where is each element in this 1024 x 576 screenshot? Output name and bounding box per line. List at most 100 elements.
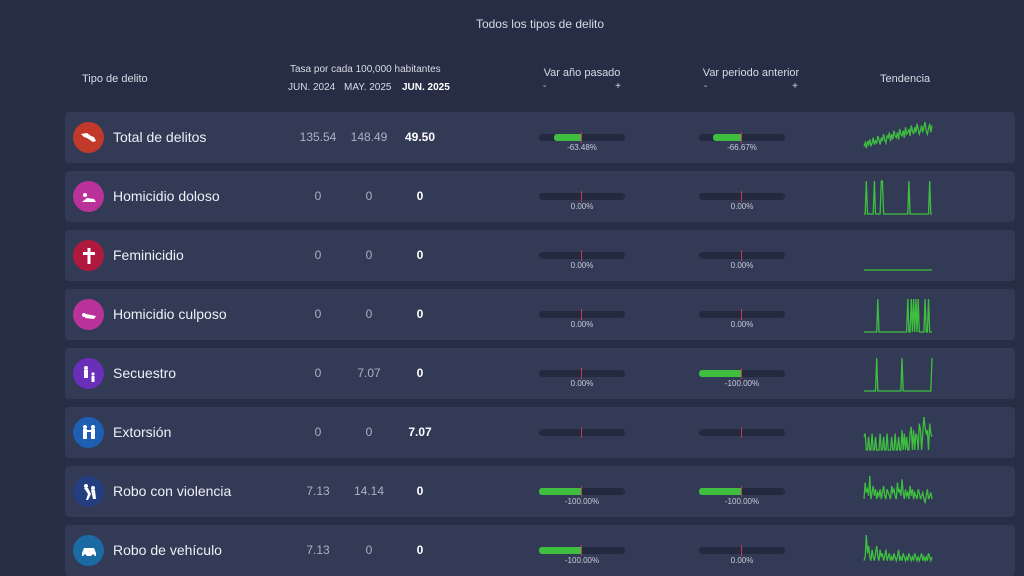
var-period-percent: 0.00% [730, 261, 754, 270]
table-row-robo-de-vehiculo[interactable]: Robo de vehículo 7.13 0 0 -100.00% 0.00% [65, 525, 1015, 576]
bar-zero-marker [741, 132, 742, 143]
bar-zero-marker [741, 545, 742, 556]
table-row-homicidio-culposo[interactable]: Homicidio culposo 0 0 0 0.00% 0.00% [65, 289, 1015, 340]
bar-fill [539, 488, 581, 495]
var-year-percent: 0.00% [570, 202, 594, 211]
rate-jun2024: 0 [314, 248, 322, 262]
var-year-title: Var año pasado [543, 67, 621, 79]
bar-zero-marker [581, 545, 582, 556]
column-header-var-period: Var periodo anterior - + [700, 67, 802, 92]
var-year-percent: -100.00% [564, 556, 600, 565]
column-header-trend: Tendencia [880, 73, 931, 85]
bar-zero-marker [741, 250, 742, 261]
kidnapping-icon [73, 358, 104, 389]
bar-zero-marker [581, 191, 582, 202]
table-row-robo-con-violencia[interactable]: Robo con violencia 7.13 14.14 0 -100.00% -100… [65, 466, 1015, 517]
rate-may2025: 148.49 [350, 130, 388, 144]
crime-type-label: Homicidio culposo [113, 306, 227, 322]
trend-line [863, 475, 933, 505]
table-row-total-de-delitos[interactable]: Total de delitos 135.54 148.49 49.50 -63.48%… [65, 112, 1015, 163]
plus-label: + [615, 81, 621, 92]
rate-jun2024: 0 [314, 425, 322, 439]
crime-type-label: Robo de vehículo [113, 542, 222, 558]
trend-sparkline [864, 298, 932, 333]
car-icon [73, 535, 104, 566]
var-year-bar [539, 368, 625, 379]
var-year-percent: 0.00% [570, 320, 594, 329]
trend-sparkline [863, 475, 933, 505]
var-year-percent: -100.00% [564, 497, 600, 506]
rate-jun2024: 0 [314, 307, 322, 321]
page-subtitle: Todos los tipos de delito [475, 17, 605, 31]
crime-type-label: Secuestro [113, 365, 177, 381]
bar-zero-marker [581, 368, 582, 379]
var-period-bar [699, 250, 785, 261]
var-period-percent: -66.67% [727, 143, 757, 152]
column-header-jun2025[interactable]: JUN. 2025 [402, 82, 450, 93]
var-year-bar [539, 427, 625, 438]
rate-jun2025: 0 [416, 189, 424, 203]
var-year-bar [539, 309, 625, 320]
trend-line [864, 357, 933, 392]
crime-type-label: Total de delitos [113, 129, 207, 145]
rate-may2025: 0 [365, 248, 373, 262]
var-period-bar [699, 132, 785, 143]
bar-zero-marker [581, 486, 582, 497]
crime-type-label: Robo con violencia [113, 483, 232, 499]
bar-fill [699, 370, 741, 377]
trend-line [863, 534, 933, 563]
table-row-feminicidio[interactable]: Feminicidio 0 0 0 0.00% 0.00% [65, 230, 1015, 281]
bar-fill [539, 547, 581, 554]
bar-fill [554, 134, 581, 141]
trend-sparkline [864, 180, 932, 215]
column-header-type: Tipo de delito [82, 73, 148, 85]
rate-jun2024: 135.54 [299, 130, 337, 144]
rate-jun2024: 7.13 [306, 543, 330, 557]
var-year-bar [539, 545, 625, 556]
bar-zero-marker [581, 309, 582, 320]
rate-jun2024: 0 [314, 189, 322, 203]
var-period-percent: 0.00% [730, 556, 754, 565]
table-row-extorsion[interactable]: Extorsión 0 0 7.07 [65, 407, 1015, 458]
table-row-homicidio-doloso[interactable]: Homicidio doloso 0 0 0 0.00% 0.00% [65, 171, 1015, 222]
table-row-secuestro[interactable]: Secuestro 0 7.07 0 0.00% -100.00% [65, 348, 1015, 399]
rate-jun2025: 0 [416, 307, 424, 321]
crime-type-label: Feminicidio [113, 247, 184, 263]
trend-sparkline [863, 416, 933, 451]
rate-may2025: 7.07 [357, 366, 381, 380]
column-header-var-year: Var año pasado - + [539, 67, 625, 92]
var-year-bar [539, 486, 625, 497]
rate-may2025: 0 [365, 307, 373, 321]
column-header-rate: Tasa por cada 100,000 habitantes [290, 64, 441, 75]
crime-type-label: Homicidio doloso [113, 188, 220, 204]
crime-type-label: Extorsión [113, 424, 172, 440]
trend-sparkline [863, 534, 933, 563]
accident-icon [73, 299, 104, 330]
var-period-bar [699, 545, 785, 556]
rate-jun2025: 0 [416, 484, 424, 498]
rate-jun2025: 49.50 [404, 130, 436, 144]
var-period-title: Var periodo anterior [702, 67, 800, 79]
rate-may2025: 0 [365, 425, 373, 439]
rate-may2025: 14.14 [353, 484, 385, 498]
column-header-may2025[interactable]: MAY. 2025 [344, 82, 391, 93]
robbery-icon [73, 476, 104, 507]
var-period-bar [699, 191, 785, 202]
var-period-bar [699, 427, 785, 438]
column-header-jun2024[interactable]: JUN. 2024 [288, 82, 335, 93]
rate-jun2024: 0 [314, 366, 322, 380]
rate-jun2024: 7.13 [306, 484, 330, 498]
minus-label: - [704, 81, 708, 92]
extortion-icon [73, 417, 104, 448]
trend-line [863, 121, 933, 149]
var-year-percent: 0.00% [570, 261, 594, 270]
var-year-bar [539, 191, 625, 202]
var-period-bar [699, 486, 785, 497]
cross-icon [73, 240, 104, 271]
trend-sparkline [864, 357, 933, 392]
var-year-bar [539, 132, 625, 143]
trend-line [864, 298, 932, 333]
bar-zero-marker [581, 132, 582, 143]
trend-sparkline [863, 121, 933, 149]
var-period-percent: -100.00% [724, 379, 760, 388]
